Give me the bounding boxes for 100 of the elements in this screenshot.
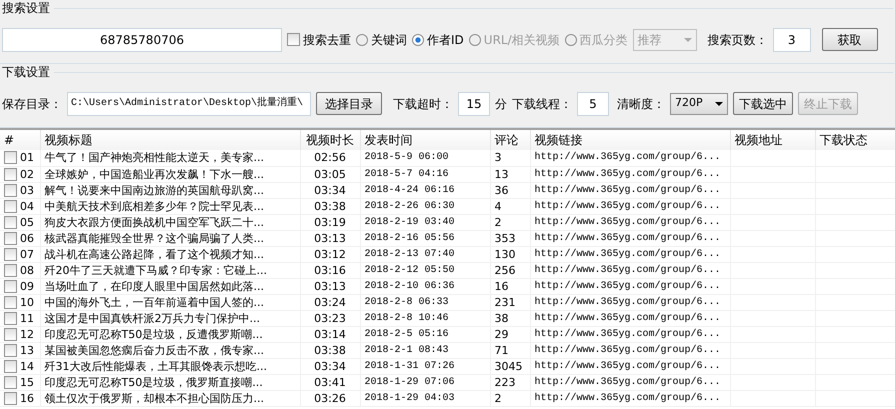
row-checkbox[interactable]	[4, 328, 17, 340]
video-title: 解气！说要来中国南边旅游的英国航母趴窝...	[44, 182, 264, 197]
video-link-cell-text: http://www.365yg.com/group/6...	[534, 264, 721, 277]
timeout-field[interactable]: 15	[458, 92, 490, 116]
comment-count-cell: 16	[494, 278, 508, 293]
row-checkbox[interactable]	[4, 200, 17, 212]
publish-time-cell-text: 2018-2-10 06:36	[364, 280, 455, 293]
row-checkbox[interactable]	[4, 376, 17, 388]
duration-cell: 03:41	[314, 374, 346, 389]
row-number: 04	[20, 198, 34, 213]
row-number: 02	[20, 166, 34, 181]
comment-count-cell: 130	[494, 246, 516, 261]
comment-count-cell: 256	[494, 262, 516, 277]
video-title: 中国的海外飞土，一百年前逼着中国人签的...	[44, 294, 264, 309]
mode-radio[interactable]: 作者ID	[412, 30, 464, 48]
column-header[interactable]: #	[0, 130, 40, 150]
pages-label: 搜索页数：	[708, 32, 768, 48]
video-title: 中美航天技术到底相差多少年？院士罕见表...	[44, 198, 264, 213]
row-checkbox[interactable]	[4, 264, 17, 276]
duration-cell: 03:26	[314, 390, 346, 405]
comment-count-cell: 36	[494, 182, 508, 197]
group-title: 下载设置	[2, 64, 50, 81]
video-link-cell-text: http://www.365yg.com/group/6...	[534, 248, 721, 261]
video-link-cell-text: http://www.365yg.com/group/6...	[534, 280, 721, 293]
comment-count-cell: 4	[494, 198, 502, 213]
video-link-cell-text: http://www.365yg.com/group/6...	[534, 200, 721, 213]
video-link-cell-text: http://www.365yg.com/group/6...	[534, 344, 721, 357]
duration-cell: 03:38	[314, 342, 346, 357]
publish-time-cell-text: 2018-2-16 05:56	[364, 232, 455, 245]
column-header[interactable]: 视频标题	[40, 130, 300, 150]
row-checkbox[interactable]	[4, 344, 17, 356]
publish-time-cell-text: 2018-2-19 03:40	[364, 216, 455, 229]
row-checkbox[interactable]	[4, 151, 17, 164]
row-checkbox[interactable]	[4, 360, 17, 372]
column-header[interactable]: 评论	[490, 130, 530, 150]
publish-time-cell-text: 2018-2-1 08:43	[364, 344, 449, 357]
video-title: 牛气了！国产神炮亮相性能太逆天，美专家...	[44, 150, 264, 165]
comment-count-cell: 3	[494, 150, 502, 165]
video-link-cell-text: http://www.365yg.com/group/6...	[534, 360, 721, 373]
row-checkbox[interactable]	[4, 392, 17, 404]
row-number: 15	[20, 374, 34, 389]
column-header[interactable]: 视频链接	[530, 130, 730, 150]
column-header[interactable]: 视频地址	[730, 130, 815, 150]
pages-field[interactable]: 3	[772, 28, 811, 52]
row-number: 11	[20, 310, 34, 325]
row-checkbox[interactable]	[4, 248, 17, 260]
download-button[interactable]: 下载选中	[733, 92, 793, 115]
unit-label: 分	[495, 96, 507, 112]
column-header[interactable]: 下载状态	[815, 130, 895, 150]
video-link-cell-text: http://www.365yg.com/group/6...	[534, 184, 721, 197]
directory-field[interactable]: C:\Users\Administrator\Desktop\批量消重\	[67, 92, 311, 116]
duration-cell: 03:38	[314, 198, 346, 213]
video-title: 歼20牛了三天就遭下马威？印专家：它碰上...	[44, 262, 267, 277]
comment-count-cell: 231	[494, 294, 516, 309]
publish-time-cell-text: 2018-1-29 07:06	[364, 376, 455, 389]
duration-cell: 03:05	[314, 166, 346, 181]
quality-dropdown[interactable]: 720P	[670, 92, 728, 114]
publish-time-cell-text: 2018-2-26 06:30	[364, 200, 455, 213]
comment-count-cell: 71	[494, 342, 508, 357]
comment-count-cell: 2	[494, 214, 502, 229]
threads-field[interactable]: 5	[577, 92, 609, 116]
column-header[interactable]: 发表时间	[360, 130, 490, 150]
video-title: 领土仅次于俄罗斯，却根本不担心国防压力...	[44, 390, 264, 405]
video-link-cell-text: http://www.365yg.com/group/6...	[534, 296, 721, 309]
group-title: 搜索设置	[2, 0, 50, 17]
choose-directory-button[interactable]: 选择目录	[316, 92, 382, 115]
row-number: 12	[20, 326, 34, 341]
publish-time-cell-text: 2018-1-29 04:03	[364, 392, 455, 405]
duration-cell: 03:24	[314, 294, 346, 309]
duration-cell: 03:23	[314, 310, 346, 325]
duration-cell: 03:34	[314, 358, 346, 373]
quality-label: 清晰度：	[617, 96, 665, 112]
row-number: 08	[20, 262, 34, 277]
row-checkbox[interactable]	[4, 168, 17, 180]
video-link-cell-text: http://www.365yg.com/group/6...	[534, 232, 721, 245]
duration-cell: 03:12	[314, 246, 346, 261]
video-title: 印度忍无可忍称T50是垃圾，反遭俄罗斯嘲...	[44, 326, 263, 341]
comment-count-cell: 3045	[494, 358, 522, 373]
threads-label: 下载线程：	[512, 96, 572, 112]
column-header[interactable]: 视频时长	[300, 130, 360, 150]
fetch-button[interactable]: 获取	[822, 28, 878, 51]
duration-cell: 03:19	[314, 214, 346, 229]
video-title: 战斗机在高速公路起降，看了这个视频才知...	[44, 246, 264, 261]
mode-radio[interactable]: 关键词	[356, 30, 407, 48]
search-field[interactable]: 68785780706	[2, 28, 282, 52]
row-checkbox[interactable]	[4, 280, 17, 292]
duration-cell: 03:34	[314, 182, 346, 197]
publish-time-cell-text: 2018-2-8 06:33	[364, 296, 449, 309]
row-checkbox[interactable]	[4, 232, 17, 244]
row-number: 06	[20, 230, 34, 245]
video-title: 歼31大改后性能爆表，土耳其眼馋表示想吃...	[44, 358, 267, 373]
row-checkbox[interactable]	[4, 296, 17, 308]
publish-time-cell-text: 2018-1-31 07:26	[364, 360, 455, 373]
row-checkbox[interactable]	[4, 312, 17, 324]
row-checkbox[interactable]	[4, 216, 17, 228]
video-link-cell-text: http://www.365yg.com/group/6...	[534, 312, 721, 325]
comment-count-cell: 13	[494, 166, 508, 181]
row-checkbox[interactable]	[4, 184, 17, 196]
publish-time-cell-text: 2018-5-7 04:16	[364, 168, 449, 181]
dedupe-checkbox[interactable]: 搜索去重	[287, 30, 351, 48]
